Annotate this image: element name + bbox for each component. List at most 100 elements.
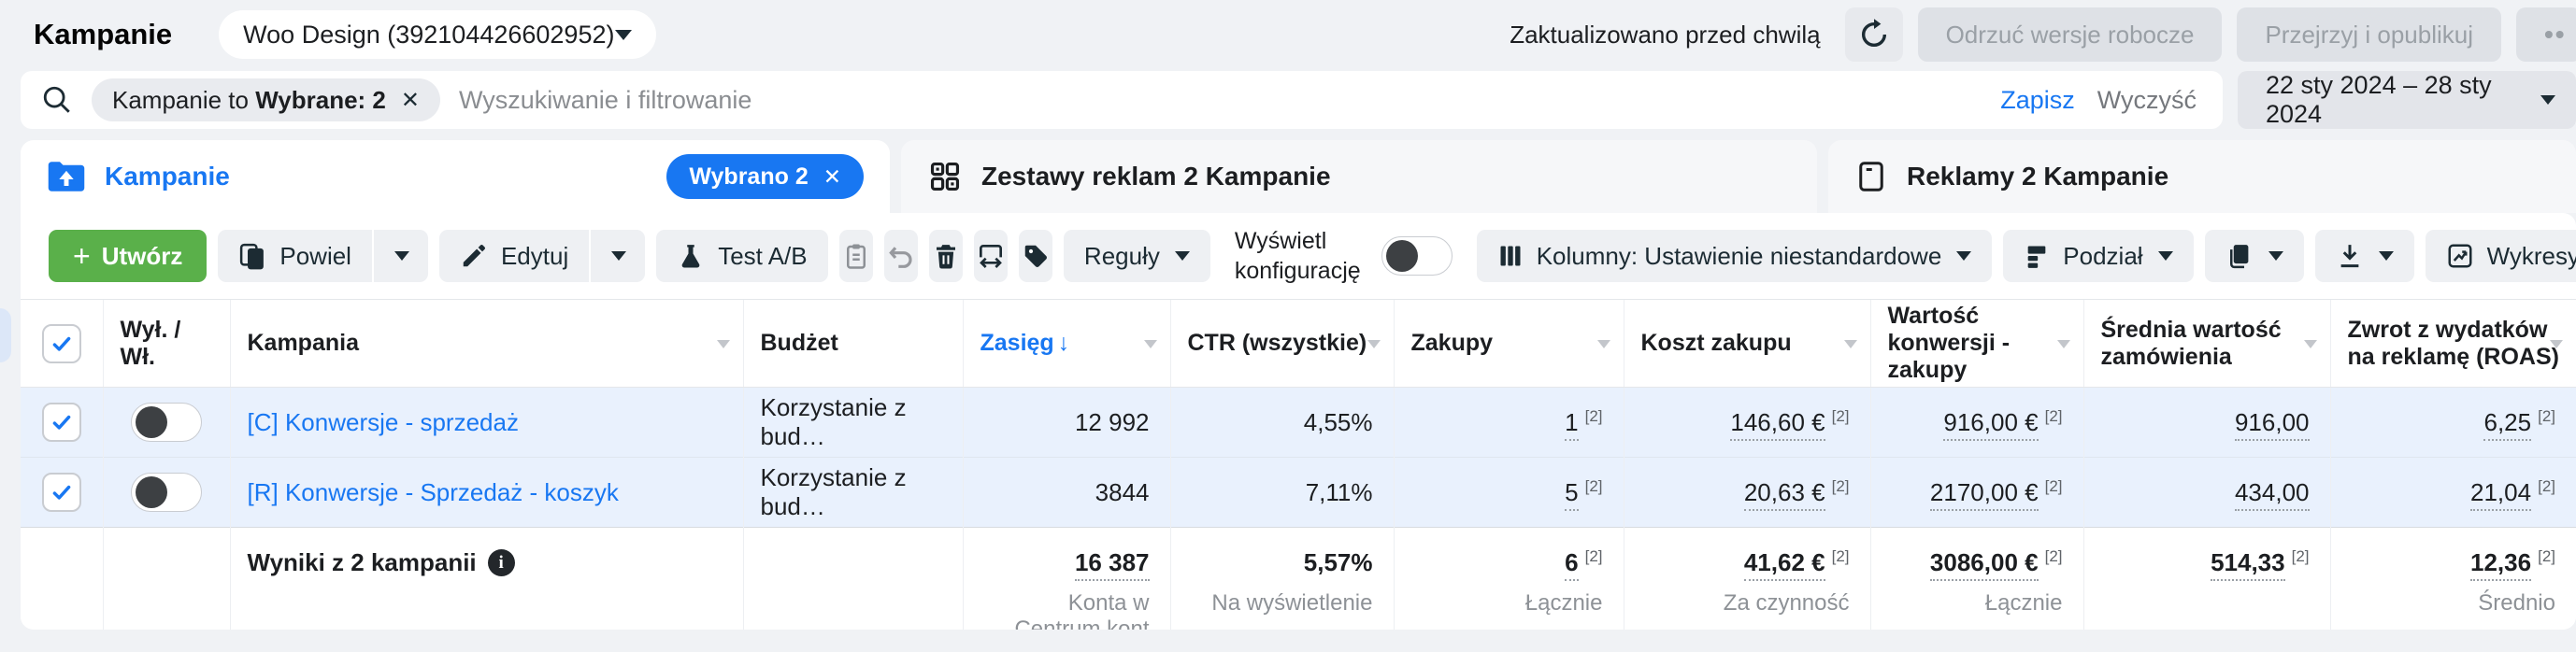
purchases-cell: 5 [2]: [1393, 457, 1624, 528]
footnote-ref: [2]: [1584, 476, 1603, 495]
close-icon[interactable]: ✕: [823, 164, 841, 190]
footnote-ref: [2]: [2291, 547, 2310, 566]
selected-count-badge[interactable]: Wybrano 2 ✕: [666, 154, 864, 199]
date-range-label: 22 sty 2024 – 28 sty 2024: [2266, 71, 2492, 128]
campaign-link[interactable]: [C] Konwersje - sprzedaż: [248, 408, 519, 436]
campaign-toggle[interactable]: [131, 473, 202, 512]
summary-label-cell: Wyniki z 2 kampanii i: [229, 527, 743, 630]
table-row: [C] Konwersje - sprzedaż Korzystanie z b…: [21, 387, 2576, 458]
metric-subtext: Łącznie: [1984, 590, 2063, 616]
summary-roas-cell: 12,36 [2] Średnio: [2329, 527, 2576, 630]
cost-per-purchase-cell: 20,63 € [2]: [1623, 457, 1870, 528]
date-range-picker[interactable]: 22 sty 2024 – 28 sty 2024: [2238, 71, 2576, 129]
review-publish-button[interactable]: Przejrzyj i opublikuj: [2237, 7, 2501, 62]
sort-caret-icon: [716, 339, 730, 348]
campaign-link[interactable]: [R] Konwersje - Sprzedaż - koszyk: [248, 478, 619, 506]
selected-count-label: Wybrano 2: [689, 163, 809, 190]
budget-cell: Korzystanie z bud…: [742, 457, 963, 528]
refresh-button[interactable]: [1844, 7, 1903, 62]
footnote-ref: [2]: [2044, 547, 2063, 566]
duplicate-button[interactable]: Powiel: [218, 230, 372, 282]
select-all-header: [21, 299, 103, 388]
chevron-down-icon: [2268, 251, 2283, 261]
close-icon[interactable]: ✕: [401, 87, 420, 114]
summary-conversion-value-cell: 3086,00 € [2] Łącznie: [1869, 527, 2083, 630]
delete-button[interactable]: [928, 230, 963, 282]
tab-ads-label: Reklamy 2 Kampanie: [1907, 162, 2169, 191]
sort-desc-icon: ↓: [1057, 330, 1070, 356]
column-header-roas[interactable]: Zwrot z wydatków na reklamę (ROAS): [2329, 299, 2576, 388]
summary-reach-cell: 16 387 Konta w Centrum kont: [962, 527, 1170, 630]
chart-icon: [2446, 242, 2474, 270]
row-checkbox[interactable]: [41, 473, 81, 512]
tab-ad-sets[interactable]: Zestawy reklam 2 Kampanie: [901, 140, 1817, 213]
metric-subtext: Za czynność: [1723, 590, 1850, 616]
save-filter-button[interactable]: Zapisz: [2000, 86, 2075, 115]
create-button[interactable]: + Utwórz: [49, 230, 208, 282]
sort-caret-icon: [1367, 339, 1381, 348]
column-header-ctr[interactable]: CTR (wszystkie): [1169, 299, 1394, 388]
ab-test-button[interactable]: Test A/B: [656, 230, 828, 282]
account-selector[interactable]: Woo Design (392104426602952): [219, 10, 657, 59]
columns-icon: [1497, 243, 1524, 269]
reach-cell: 12 992: [962, 387, 1170, 458]
select-all-checkbox[interactable]: [41, 323, 81, 363]
column-header-reach[interactable]: Zasięg ↓: [962, 299, 1170, 388]
tab-ads[interactable]: Reklamy 2 Kampanie: [1828, 140, 2576, 213]
filter-row: Kampanie to Wybrane: 2 ✕ Zapisz Wyczyść …: [21, 71, 2576, 129]
chevron-down-icon: [2378, 251, 2394, 261]
edit-menu-button[interactable]: [591, 230, 646, 282]
undo-button[interactable]: [883, 230, 918, 282]
page-title: Kampanie: [34, 18, 173, 50]
summary-ctr-cell: 5,57% Na wyświetlenie: [1169, 527, 1394, 630]
paste-button[interactable]: [838, 230, 873, 282]
footnote-ref: [2]: [2044, 476, 2063, 495]
tag-button[interactable]: [1018, 230, 1052, 282]
account-selector-label: Woo Design (392104426602952): [243, 20, 615, 49]
duplicate-menu-button[interactable]: [373, 230, 428, 282]
summary-cost-cell: 41,62 € [2] Za czynność: [1623, 527, 1870, 630]
edit-button[interactable]: Edytuj: [438, 230, 590, 282]
row-checkbox[interactable]: [41, 403, 81, 442]
summary-label: Wyniki z 2 kampanii: [247, 548, 477, 576]
column-header-campaign[interactable]: Kampania: [229, 299, 743, 388]
summary-empty-cell: [102, 527, 230, 630]
column-header-purchases[interactable]: Zakupy: [1393, 299, 1624, 388]
sort-caret-icon: [1596, 339, 1610, 348]
view-setup-toggle[interactable]: [1381, 236, 1453, 276]
column-header-avg-order-value[interactable]: Średnia wartość zamówienia: [2082, 299, 2330, 388]
more-button[interactable]: ••: [2516, 7, 2576, 62]
summary-budget-cell: [742, 527, 963, 630]
check-icon: [52, 485, 71, 500]
campaign-toggle[interactable]: [131, 403, 202, 442]
level-tabs: Kampanie Wybrano 2 ✕ Zestawy reklam 2 Ka…: [21, 140, 2576, 213]
column-header-cost-per-purchase[interactable]: Koszt zakupu: [1623, 299, 1870, 388]
clear-filter-button[interactable]: Wyczyść: [2097, 86, 2197, 115]
footnote-ref: [2]: [1831, 476, 1850, 495]
export-button[interactable]: [973, 230, 1008, 282]
rules-button[interactable]: Reguły: [1063, 230, 1210, 282]
chevron-down-icon: [2540, 95, 2555, 105]
clipboard-icon: [842, 242, 870, 270]
search-bar[interactable]: Kampanie to Wybrane: 2 ✕ Zapisz Wyczyść: [21, 71, 2223, 129]
refresh-icon: [1858, 19, 1890, 50]
roas-cell: 21,04 [2]: [2329, 457, 2576, 528]
filter-chip-campaigns-selected[interactable]: Kampanie to Wybrane: 2 ✕: [92, 78, 441, 121]
column-header-conversion-value[interactable]: Wartość konwersji - zakupy: [1869, 299, 2083, 388]
discard-drafts-button[interactable]: Odrzuć wersje robocze: [1917, 7, 2223, 62]
search-input[interactable]: [459, 85, 1982, 115]
toolbar: + Utwórz Powiel Edytuj Test A/B Reguły W…: [21, 213, 2576, 299]
charts-button[interactable]: Wykresy: [2425, 230, 2576, 282]
reports-button[interactable]: [2204, 230, 2304, 282]
campaign-name-cell: [C] Konwersje - sprzedaż: [229, 387, 743, 458]
budget-cell: Korzystanie z bud…: [742, 387, 963, 458]
columns-button[interactable]: Kolumny: Ustawienie niestandardowe: [1476, 230, 1993, 282]
footnote-ref: [2]: [2538, 406, 2555, 425]
tab-campaigns[interactable]: Kampanie Wybrano 2 ✕: [21, 140, 890, 213]
breakdown-button[interactable]: Podział: [2003, 230, 2194, 282]
download-button[interactable]: [2314, 230, 2414, 282]
left-rail-highlight: [0, 308, 11, 362]
flask-icon: [677, 242, 705, 270]
footnote-ref: [2]: [2044, 406, 2063, 425]
top-bar-actions: Zaktualizowano przed chwilą Odrzuć wersj…: [1510, 7, 2576, 62]
